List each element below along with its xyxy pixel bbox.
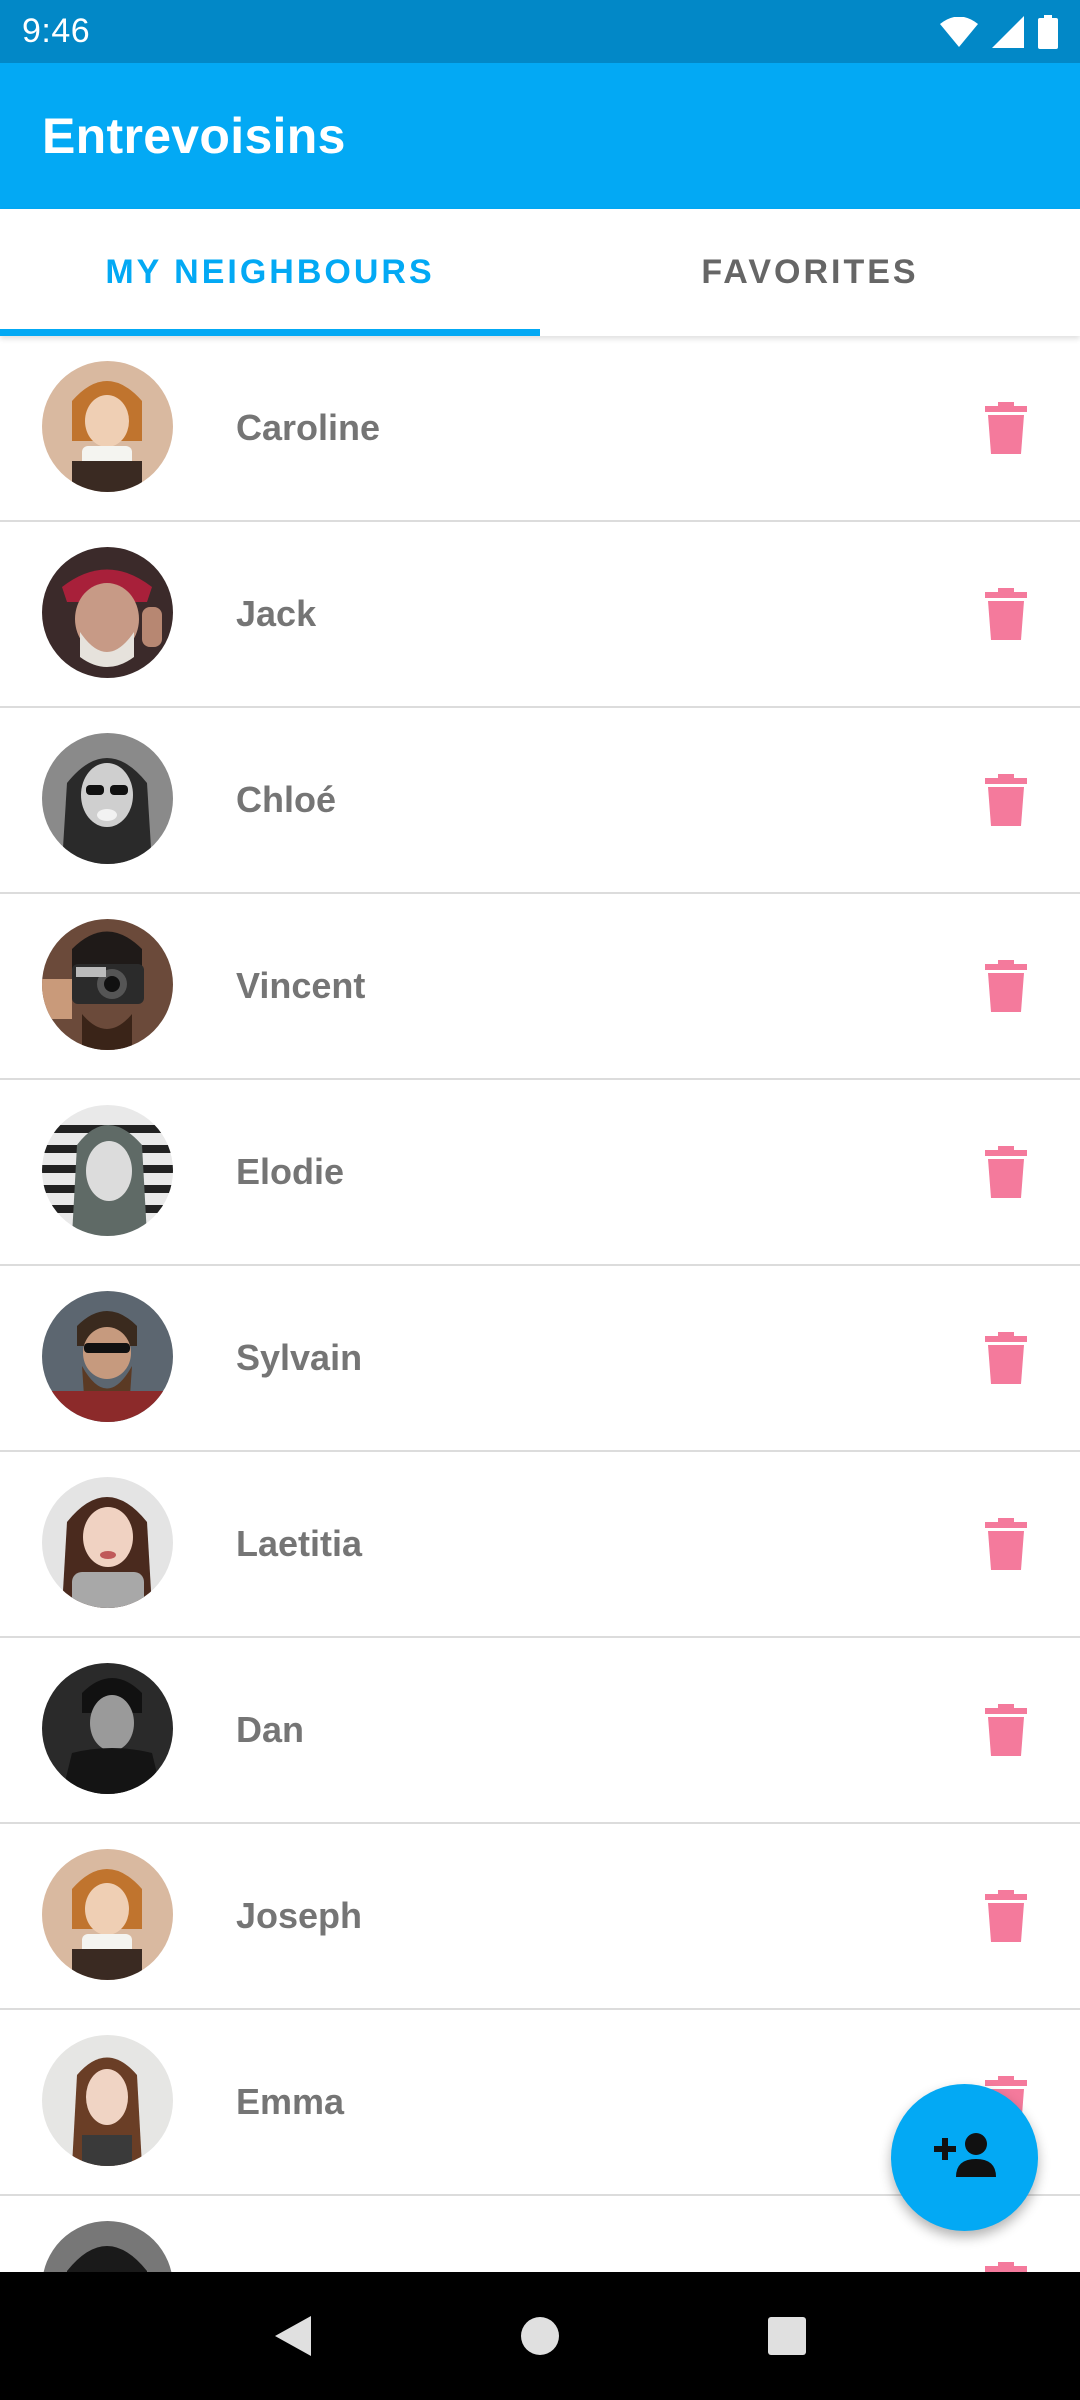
tab-favorites[interactable]: FAVORITES — [540, 209, 1080, 336]
battery-icon — [1038, 14, 1058, 49]
delete-icon[interactable] — [985, 1890, 1027, 1942]
avatar — [42, 919, 173, 1050]
avatar — [42, 1291, 173, 1422]
neighbour-name: Chloé — [236, 779, 337, 820]
tab-bar: MY NEIGHBOURS FAVORITES — [0, 209, 1080, 336]
list-item[interactable]: Dan — [0, 1638, 1080, 1824]
avatar — [42, 1663, 173, 1794]
delete-icon[interactable] — [985, 588, 1027, 640]
list-item[interactable]: Sylvain — [0, 1266, 1080, 1452]
neighbour-name: Caroline — [236, 407, 381, 448]
neighbour-name: Joseph — [236, 1895, 363, 1936]
avatar — [42, 1849, 173, 1980]
delete-icon[interactable] — [985, 774, 1027, 826]
signal-icon — [992, 15, 1024, 48]
neighbour-name: Vincent — [236, 965, 366, 1006]
list-item[interactable]: Laetitia — [0, 1452, 1080, 1638]
list-item[interactable]: Jack — [0, 522, 1080, 708]
avatar — [42, 361, 173, 492]
status-icons — [940, 14, 1058, 49]
avatar — [42, 1477, 173, 1608]
delete-icon[interactable] — [985, 1146, 1027, 1198]
status-bar: 9:46 — [0, 0, 1080, 63]
list-item[interactable]: Chloé — [0, 708, 1080, 894]
avatar — [42, 1105, 173, 1236]
home-icon[interactable] — [510, 2306, 570, 2366]
recents-icon[interactable] — [757, 2306, 817, 2366]
add-neighbour-button[interactable] — [891, 2084, 1038, 2231]
neighbour-name: Elodie — [236, 1151, 345, 1192]
neighbour-list[interactable]: Caroline Jack Chloé Vincent Elodie Sylva… — [0, 336, 1080, 2272]
avatar — [42, 547, 173, 678]
delete-icon[interactable] — [985, 402, 1027, 454]
tab-my-neighbours[interactable]: MY NEIGHBOURS — [0, 209, 540, 336]
back-icon[interactable] — [263, 2306, 323, 2366]
system-nav-bar — [0, 2272, 1080, 2400]
status-time: 9:46 — [22, 12, 91, 50]
list-item[interactable]: Caroline — [0, 336, 1080, 522]
neighbour-name: Emma — [236, 2081, 345, 2122]
list-item[interactable]: Vincent — [0, 894, 1080, 1080]
neighbour-name: Laetitia — [236, 1523, 363, 1564]
neighbour-name: Dan — [236, 1709, 305, 1750]
delete-icon[interactable] — [985, 1704, 1027, 1756]
delete-icon[interactable] — [985, 2262, 1027, 2272]
avatar — [42, 2035, 173, 2166]
app-bar: Entrevoisins — [0, 63, 1080, 209]
list-item[interactable]: Elodie — [0, 1080, 1080, 1266]
avatar — [42, 2221, 173, 2272]
list-item[interactable]: Joseph — [0, 1824, 1080, 2010]
neighbour-name: Sylvain — [236, 1337, 363, 1378]
avatar — [42, 733, 173, 864]
neighbour-name: Jack — [236, 593, 317, 634]
delete-icon[interactable] — [985, 960, 1027, 1012]
delete-icon[interactable] — [985, 1332, 1027, 1384]
add-person-icon — [933, 2133, 996, 2182]
wifi-icon — [940, 16, 978, 47]
app-title: Entrevoisins — [42, 108, 346, 164]
delete-icon[interactable] — [985, 1518, 1027, 1570]
